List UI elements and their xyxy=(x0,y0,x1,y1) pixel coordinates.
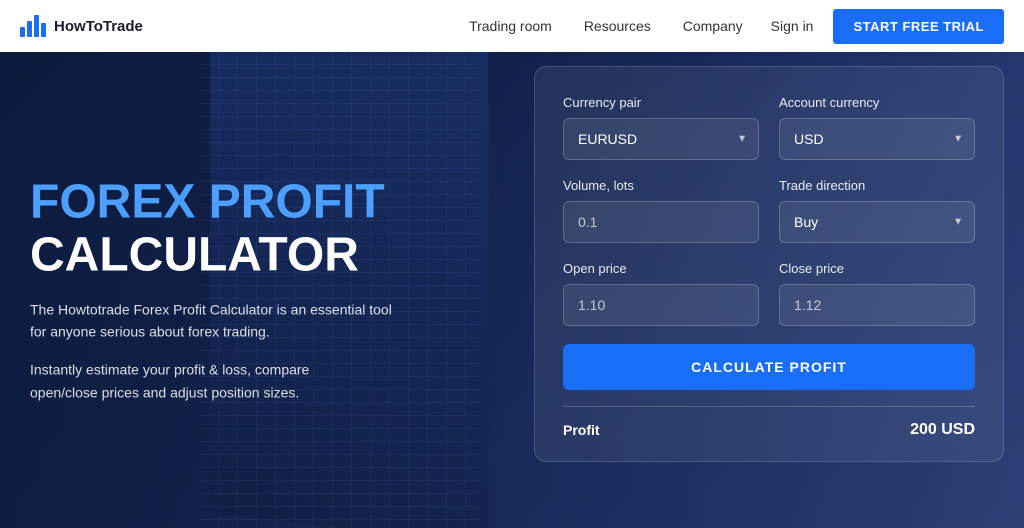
currency-pair-select-wrapper: EURUSD GBPUSD USDJPY AUDUSD USDCHF xyxy=(563,118,759,160)
trade-direction-select-wrapper: Buy Sell xyxy=(779,201,975,243)
hero-title: FOREX PROFIT CALCULATOR xyxy=(30,176,410,282)
nav-trading-room[interactable]: Trading room xyxy=(469,18,552,34)
logo-text: HowToTrade xyxy=(54,18,143,35)
logo: HowToTrade xyxy=(20,15,143,37)
currency-pair-group: Currency pair EURUSD GBPUSD USDJPY AUDUS… xyxy=(563,95,759,160)
account-currency-group: Account currency USD EUR GBP JPY xyxy=(779,95,975,160)
trade-direction-select[interactable]: Buy Sell xyxy=(779,201,975,243)
hero-content: FOREX PROFIT CALCULATOR The Howtotrade F… xyxy=(30,176,410,403)
close-price-label: Close price xyxy=(779,261,975,276)
open-price-group: Open price xyxy=(563,261,759,326)
hero-description1: The Howtotrade Forex Profit Calculator i… xyxy=(30,298,410,343)
nav-links: Trading room Resources Company xyxy=(469,18,743,34)
form-row-3: Open price Close price xyxy=(563,261,975,326)
open-price-input[interactable] xyxy=(563,284,759,326)
volume-input[interactable] xyxy=(563,201,759,243)
volume-label: Volume, lots xyxy=(563,178,759,193)
volume-group: Volume, lots xyxy=(563,178,759,243)
start-trial-button[interactable]: START FREE TRIAL xyxy=(833,9,1004,44)
navbar: HowToTrade Trading room Resources Compan… xyxy=(0,0,1024,52)
profit-label: Profit xyxy=(563,422,600,438)
nav-company[interactable]: Company xyxy=(683,18,743,34)
hero-description2: Instantly estimate your profit & loss, c… xyxy=(30,359,380,404)
currency-pair-label: Currency pair xyxy=(563,95,759,110)
account-currency-label: Account currency xyxy=(779,95,975,110)
account-currency-select-wrapper: USD EUR GBP JPY xyxy=(779,118,975,160)
hero-title-line2: CALCULATOR xyxy=(30,228,359,281)
profit-result-row: Profit 200 USD xyxy=(563,406,975,439)
account-currency-select[interactable]: USD EUR GBP JPY xyxy=(779,118,975,160)
form-row-1: Currency pair EURUSD GBPUSD USDJPY AUDUS… xyxy=(563,95,975,160)
signin-link[interactable]: Sign in xyxy=(771,18,814,34)
nav-resources[interactable]: Resources xyxy=(584,18,651,34)
open-price-label: Open price xyxy=(563,261,759,276)
calculator-panel: Currency pair EURUSD GBPUSD USDJPY AUDUS… xyxy=(534,66,1004,462)
form-row-2: Volume, lots Trade direction Buy Sell xyxy=(563,178,975,243)
profit-value: 200 USD xyxy=(910,421,975,439)
hero-section: FOREX PROFIT CALCULATOR The Howtotrade F… xyxy=(0,52,1024,528)
hero-title-line1: FOREX PROFIT xyxy=(30,175,385,228)
close-price-group: Close price xyxy=(779,261,975,326)
trade-direction-label: Trade direction xyxy=(779,178,975,193)
logo-icon xyxy=(20,15,46,37)
calculate-profit-button[interactable]: CALCULATE PROFIT xyxy=(563,344,975,390)
trade-direction-group: Trade direction Buy Sell xyxy=(779,178,975,243)
currency-pair-select[interactable]: EURUSD GBPUSD USDJPY AUDUSD USDCHF xyxy=(563,118,759,160)
close-price-input[interactable] xyxy=(779,284,975,326)
